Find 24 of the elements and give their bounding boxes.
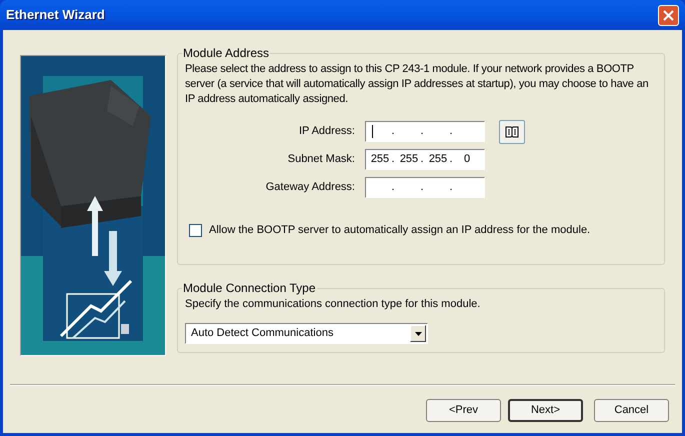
wizard-button[interactable]: Next> — [508, 399, 583, 422]
description-text: Please select the address to assign to this CP 243-1 module. If your network provides a BOOTP server (a service that will automatically assign IP addresses at startup), you may choose to have an IP address automatically assigned. — [185, 62, 650, 107]
field-label: IP Address: — [298, 124, 356, 140]
description-text: Specify the communications connection type for this module. — [185, 297, 482, 312]
group-title: Module Connection Type — [182, 281, 317, 295]
checkbox[interactable] — [189, 224, 202, 237]
dropdown-arrow-button[interactable] — [410, 325, 426, 342]
ip-address-field[interactable]: 255 . 255 . 255 . 0 — [365, 149, 485, 170]
dropdown[interactable]: Auto Detect Communications — [185, 323, 428, 344]
dropdown-value: Auto Detect Communications — [191, 326, 334, 342]
wizard-button[interactable]: Cancel — [594, 399, 669, 422]
checkbox-label: Allow the BOOTP server to automatically assign an IP address for the module. — [209, 223, 590, 238]
field-label: Subnet Mask: — [286, 152, 356, 168]
close-button[interactable] — [658, 4, 679, 26]
book-icon — [505, 126, 519, 138]
ip-address-field[interactable]: . . . — [365, 121, 485, 142]
lookup-button[interactable] — [499, 120, 525, 144]
group-title: Module Address — [182, 46, 270, 60]
window-title: Ethernet Wizard — [6, 6, 105, 24]
ip-address-field[interactable]: . . . — [365, 177, 485, 198]
field-label: Gateway Address: — [264, 180, 356, 196]
wizard-button[interactable]: <Prev — [426, 399, 501, 422]
caret-icon — [414, 332, 422, 336]
close-icon — [663, 10, 674, 20]
